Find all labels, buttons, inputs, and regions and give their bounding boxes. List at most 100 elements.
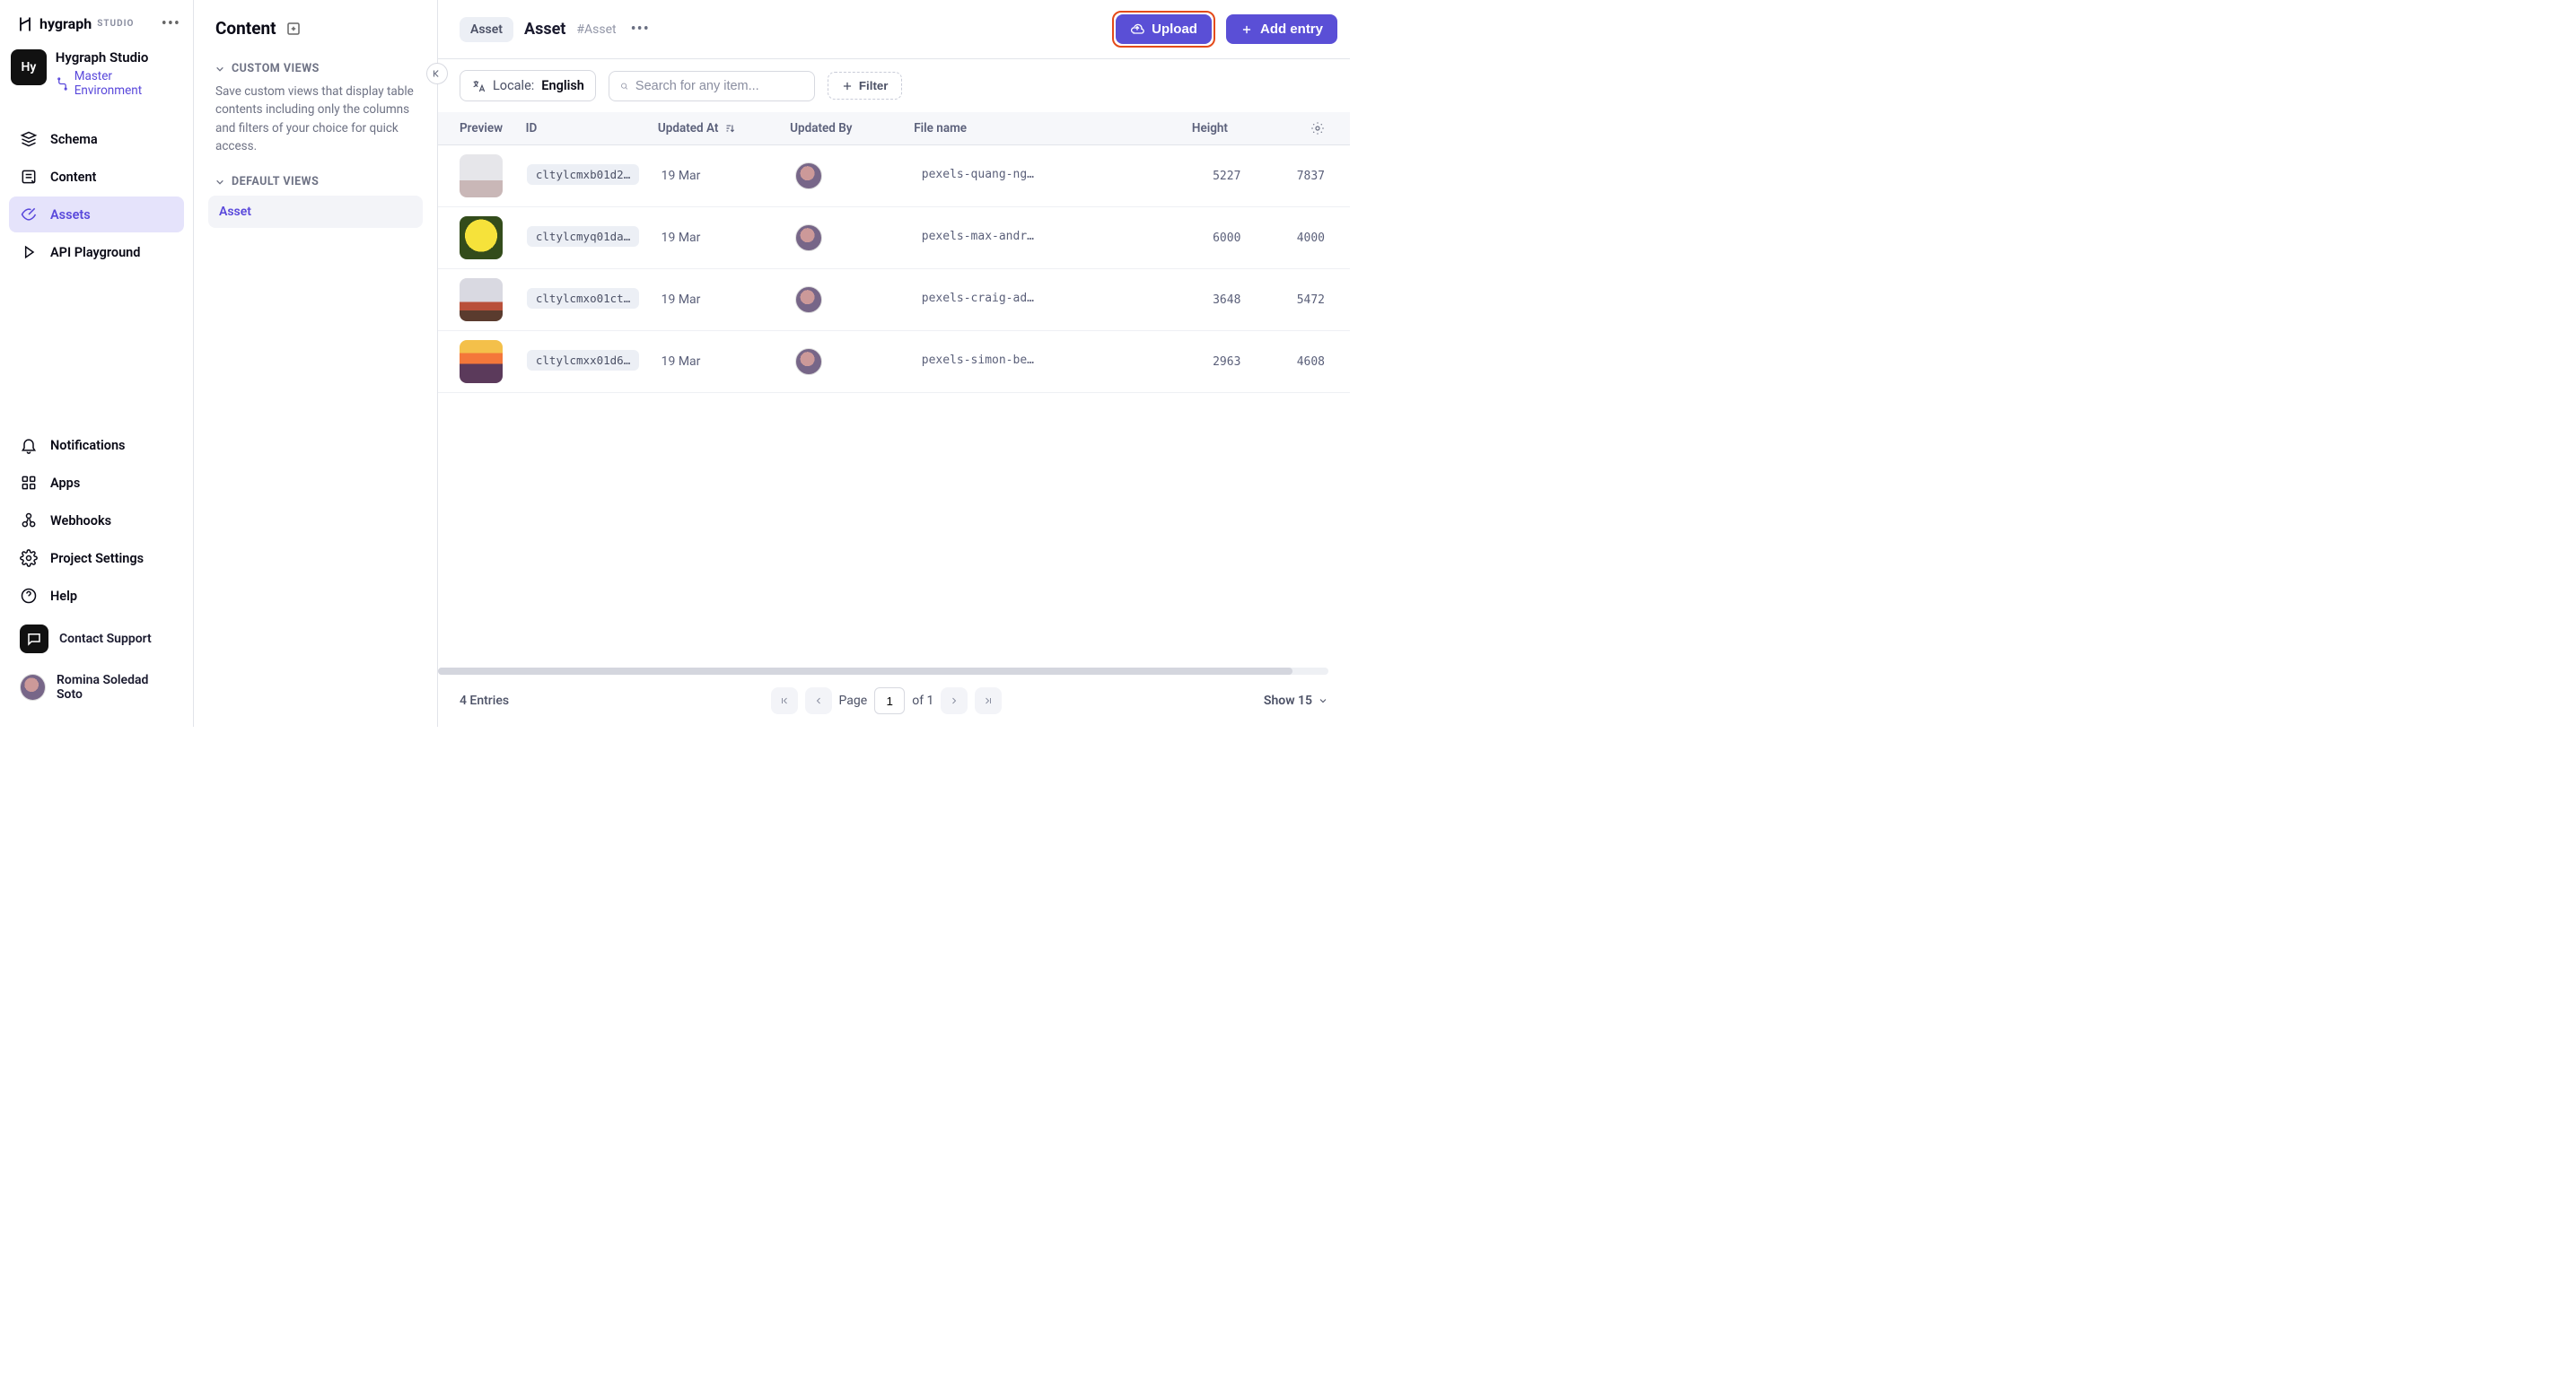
nav-apps[interactable]: Apps xyxy=(9,465,184,501)
updated-by-avatar[interactable] xyxy=(795,286,822,313)
cell-width: 4000 xyxy=(1297,232,1325,245)
page-first-button[interactable] xyxy=(771,687,798,714)
col-width[interactable] xyxy=(1228,121,1310,135)
updated-by-avatar[interactable] xyxy=(795,224,822,251)
horizontal-scrollbar[interactable] xyxy=(438,668,1328,675)
asset-thumbnail[interactable] xyxy=(460,340,503,383)
page-last-button[interactable] xyxy=(975,687,1002,714)
asset-slug: #Asset xyxy=(576,22,616,37)
nav-notifications[interactable]: Notifications xyxy=(9,427,184,463)
add-view-icon[interactable] xyxy=(285,21,302,37)
table-header: Preview ID Updated At Updated By File na… xyxy=(438,112,1350,145)
cell-height: 2963 xyxy=(1213,355,1240,369)
cell-updated-at: 19 Mar xyxy=(662,354,796,369)
project-selector[interactable]: Hy Hygraph Studio Master Environment xyxy=(0,44,193,114)
panel-title: Content xyxy=(215,18,276,39)
table-row[interactable]: cltylcmxx01d6… 19 Mar pexels-simon-be… 2… xyxy=(438,331,1350,393)
updated-by-avatar[interactable] xyxy=(795,348,822,375)
pagination: Page of 1 xyxy=(771,687,1003,714)
id-chip[interactable]: cltylcmxx01d6… xyxy=(527,350,639,371)
logo-more-icon[interactable]: ••• xyxy=(162,14,180,33)
page-next-button[interactable] xyxy=(941,687,968,714)
page-prev-button[interactable] xyxy=(805,687,832,714)
page-size-selector[interactable]: Show 15 xyxy=(1264,694,1328,708)
cell-filename: pexels-max-andr… xyxy=(922,230,1034,243)
nav-webhooks[interactable]: Webhooks xyxy=(9,502,184,538)
col-updated-by[interactable]: Updated By xyxy=(790,121,914,135)
collapse-panel-icon[interactable] xyxy=(426,63,448,84)
locale-value: English xyxy=(541,78,584,93)
default-view-asset[interactable]: Asset xyxy=(208,196,423,228)
environment-label[interactable]: Master Environment xyxy=(56,69,182,98)
cell-height: 5227 xyxy=(1213,170,1240,183)
cell-height: 6000 xyxy=(1213,232,1240,245)
asset-thumbnail[interactable] xyxy=(460,216,503,259)
id-chip[interactable]: cltylcmxo01ct… xyxy=(527,288,639,309)
cell-width: 4608 xyxy=(1297,355,1325,369)
col-filename[interactable]: File name xyxy=(914,121,1120,135)
asset-title: Asset xyxy=(524,20,565,39)
chevron-down-icon xyxy=(1318,695,1328,706)
filter-bar: Locale: English Filter xyxy=(438,59,1350,112)
topbar: Asset Asset #Asset ••• Upload Add entry xyxy=(438,0,1350,59)
table-row[interactable]: cltylcmxb01d2… 19 Mar pexels-quang-ng… 5… xyxy=(438,145,1350,207)
nav-assets[interactable]: Assets xyxy=(9,197,184,232)
upload-highlight: Upload xyxy=(1112,11,1215,48)
id-chip[interactable]: cltylcmxb01d2… xyxy=(527,164,639,185)
model-pill[interactable]: Asset xyxy=(460,17,513,42)
cell-height: 3648 xyxy=(1213,293,1240,307)
upload-label: Upload xyxy=(1152,22,1197,37)
asset-thumbnail[interactable] xyxy=(460,154,503,197)
add-entry-label: Add entry xyxy=(1260,22,1323,37)
search-input[interactable] xyxy=(635,79,803,93)
project-avatar: Hy xyxy=(11,49,47,85)
main-content: Asset Asset #Asset ••• Upload Add entry … xyxy=(438,0,1350,727)
col-preview[interactable]: Preview xyxy=(460,121,526,135)
page-input[interactable] xyxy=(874,687,905,714)
custom-views-header[interactable]: CUSTOM VIEWS xyxy=(215,62,423,75)
cell-updated-at: 19 Mar xyxy=(662,231,796,245)
cell-updated-at: 19 Mar xyxy=(662,293,796,307)
primary-sidebar: hygraph STUDIO ••• Hy Hygraph Studio Mas… xyxy=(0,0,194,727)
updated-by-avatar[interactable] xyxy=(795,162,822,189)
id-chip[interactable]: cltylcmyq01da… xyxy=(527,226,639,247)
nav-project-settings[interactable]: Project Settings xyxy=(9,540,184,576)
asset-thumbnail[interactable] xyxy=(460,278,503,321)
nav-schema[interactable]: Schema xyxy=(9,121,184,157)
nav-help[interactable]: Help xyxy=(9,578,184,614)
add-entry-button[interactable]: Add entry xyxy=(1226,14,1337,44)
cell-filename: pexels-craig-ad… xyxy=(922,292,1034,305)
cell-width: 5472 xyxy=(1297,293,1325,307)
sort-icon xyxy=(723,122,736,135)
user-name: Romina Soledad Soto xyxy=(57,673,173,702)
col-updated-at[interactable]: Updated At xyxy=(658,121,790,135)
columns-settings-icon[interactable] xyxy=(1310,121,1325,135)
nav-content[interactable]: Content xyxy=(9,159,184,195)
cell-width: 7837 xyxy=(1297,170,1325,183)
col-height[interactable]: Height xyxy=(1120,121,1228,135)
page-label: Page xyxy=(839,694,868,708)
search-input-wrapper[interactable] xyxy=(609,71,815,101)
table-row[interactable]: cltylcmyq01da… 19 Mar pexels-max-andr… 6… xyxy=(438,207,1350,269)
locale-label: Locale: xyxy=(493,78,534,93)
locale-selector[interactable]: Locale: English xyxy=(460,70,596,101)
logo-text: hygraph xyxy=(39,15,92,32)
page-of: of 1 xyxy=(912,694,933,708)
chat-icon xyxy=(20,625,48,653)
table-footer: 4 Entries Page of 1 Show 15 xyxy=(438,675,1350,727)
filter-label: Filter xyxy=(859,79,889,92)
filter-button[interactable]: Filter xyxy=(828,72,902,100)
col-id[interactable]: ID xyxy=(526,121,658,135)
hygraph-logo: hygraph STUDIO xyxy=(16,15,134,33)
nav-contact-support[interactable]: Contact Support xyxy=(9,616,184,662)
logo-studio: STUDIO xyxy=(97,19,134,29)
more-options-icon[interactable]: ••• xyxy=(631,20,650,39)
table-row[interactable]: cltylcmxo01ct… 19 Mar pexels-craig-ad… 3… xyxy=(438,269,1350,331)
cell-filename: pexels-quang-ng… xyxy=(922,168,1034,181)
current-user[interactable]: Romina Soledad Soto xyxy=(9,664,184,711)
default-views-header[interactable]: DEFAULT VIEWS xyxy=(215,175,423,188)
nav-api-playground[interactable]: API Playground xyxy=(9,234,184,270)
upload-button[interactable]: Upload xyxy=(1116,14,1212,44)
custom-views-desc: Save custom views that display table con… xyxy=(215,83,423,155)
cell-filename: pexels-simon-be… xyxy=(922,354,1034,367)
